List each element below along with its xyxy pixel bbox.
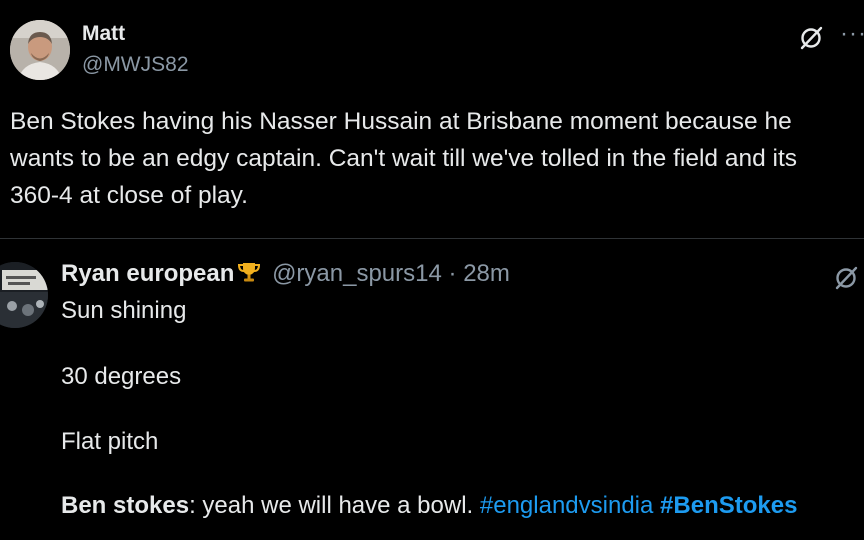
reply-line-3: Flat pitch bbox=[61, 428, 159, 455]
separator-dot: · bbox=[448, 260, 457, 287]
divider bbox=[0, 238, 864, 239]
reply-header: Ryan european @ryan_spurs14 · 28m bbox=[61, 260, 510, 291]
bold-text: Ben stokes bbox=[61, 492, 190, 519]
reply-author-handle[interactable]: @ryan_spurs14 bbox=[272, 260, 442, 287]
trophy-icon bbox=[237, 260, 261, 291]
reply-line-2: 30 degrees bbox=[61, 363, 182, 390]
reply-text: : yeah we will have a bowl. bbox=[189, 492, 474, 519]
reply-line-1: Sun shining bbox=[61, 297, 187, 324]
reply-author-name[interactable]: Ryan european bbox=[61, 260, 234, 287]
reply-line-4: Ben stokes: yeah we will have a bowl. #e… bbox=[61, 492, 797, 520]
author-avatar[interactable] bbox=[10, 20, 70, 80]
x-logo-icon bbox=[835, 266, 858, 290]
reply-timestamp[interactable]: 28m bbox=[463, 260, 510, 287]
reply-avatar[interactable] bbox=[0, 262, 48, 328]
hashtag-benstokes[interactable]: #BenStokes bbox=[660, 492, 797, 519]
hashtag-englandvsindia[interactable]: #englandvsindia bbox=[480, 492, 653, 519]
author-handle[interactable]: @MWJS82 bbox=[82, 53, 189, 77]
tweet-text: Ben Stokes having his Nasser Hussain at … bbox=[10, 108, 798, 209]
x-logo-icon bbox=[800, 26, 823, 50]
author-name[interactable]: Matt bbox=[82, 22, 125, 46]
more-options-icon[interactable]: ··· bbox=[840, 20, 864, 48]
